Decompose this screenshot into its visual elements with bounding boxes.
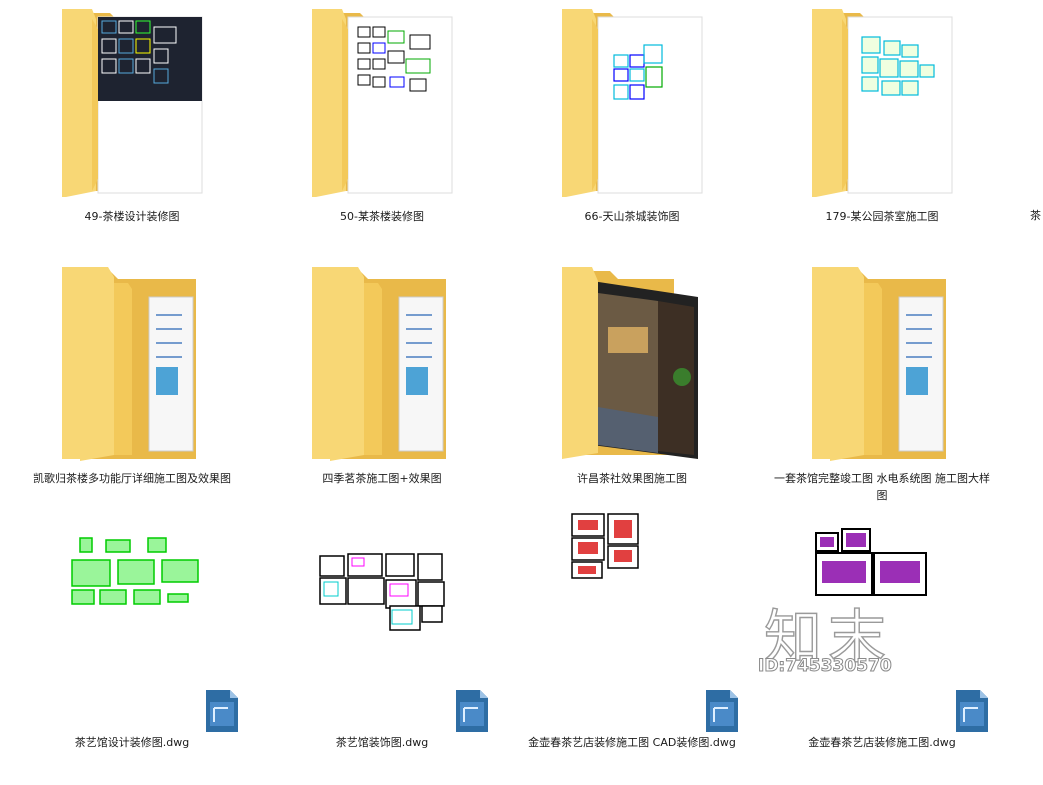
file-item[interactable]: 茶艺馆设计装修图.dwg [22, 690, 242, 770]
folder-item[interactable]: 49-茶楼设计装修图 [22, 5, 242, 245]
folder-item[interactable]: 一套茶馆完整竣工图 水电系统图 施工图大样图 [772, 267, 992, 507]
folder-item[interactable]: 179-某公园茶室施工图 [772, 5, 992, 245]
folder-cad-icon [562, 9, 703, 197]
folder-item[interactable]: 四季茗茶施工图+效果图 [272, 267, 492, 507]
item-label: 茶艺馆装饰图.dwg [335, 736, 429, 749]
item-label: 50-某茶楼装修图 [340, 210, 424, 223]
folder-documents-icon [312, 267, 446, 461]
cad-preview-item[interactable] [22, 520, 242, 640]
folder-cad-icon [812, 9, 953, 197]
file-item[interactable]: 金壶春茶艺店装修施工图 CAD装修图.dwg [522, 690, 742, 770]
folder-item[interactable]: 66-天山茶城装饰图 [522, 5, 742, 245]
folder-item[interactable]: 许昌茶社效果图施工图 [522, 267, 742, 507]
cad-preview-red-icon [571, 513, 639, 579]
watermark-id: ID:745330570 [758, 656, 893, 677]
item-label: 茶艺馆设计装修图.dwg [74, 736, 190, 749]
folder-cad-dark-icon [62, 9, 203, 197]
folder-documents-icon [62, 267, 196, 461]
item-label: 49-茶楼设计装修图 [84, 210, 180, 223]
folder-cad-icon [312, 9, 453, 197]
item-label: 一套茶馆完整竣工图 水电系统图 施工图大样图 [774, 472, 990, 502]
file-item[interactable]: 金壶春茶艺店装修施工图.dwg [772, 690, 992, 770]
item-label: 金壶春茶艺店装修施工图.dwg [808, 736, 956, 749]
folder-item[interactable]: 凯歌归茶楼多功能厅详细施工图及效果图 [22, 267, 242, 507]
dwg-file-icon [456, 690, 488, 732]
cad-preview-green-icon [71, 537, 199, 605]
cad-preview-item[interactable] [522, 510, 742, 630]
cut-off-item-label[interactable]: 茶 [1030, 207, 1041, 224]
item-label: 四季茗茶施工图+效果图 [322, 472, 442, 485]
cad-preview-item[interactable] [272, 520, 492, 640]
item-label: 179-某公园茶室施工图 [825, 210, 939, 223]
dwg-file-icon [206, 690, 238, 732]
item-label: 凯歌归茶楼多功能厅详细施工图及效果图 [33, 472, 231, 485]
dwg-file-icon [706, 690, 738, 732]
item-label: 金壶春茶艺店装修施工图 CAD装修图.dwg [528, 736, 736, 749]
cad-preview-cyan-icon [319, 553, 445, 631]
folder-photo-icon [562, 267, 698, 459]
folder-item[interactable]: 50-某茶楼装修图 [272, 5, 492, 245]
file-item[interactable]: 茶艺馆装饰图.dwg [272, 690, 492, 770]
dwg-file-icon [956, 690, 988, 732]
cad-preview-purple-icon [815, 528, 927, 596]
item-label: 许昌茶社效果图施工图 [577, 472, 687, 485]
cad-preview-item[interactable] [772, 525, 992, 645]
folder-documents-icon [812, 267, 946, 461]
item-label: 66-天山茶城装饰图 [584, 210, 680, 223]
